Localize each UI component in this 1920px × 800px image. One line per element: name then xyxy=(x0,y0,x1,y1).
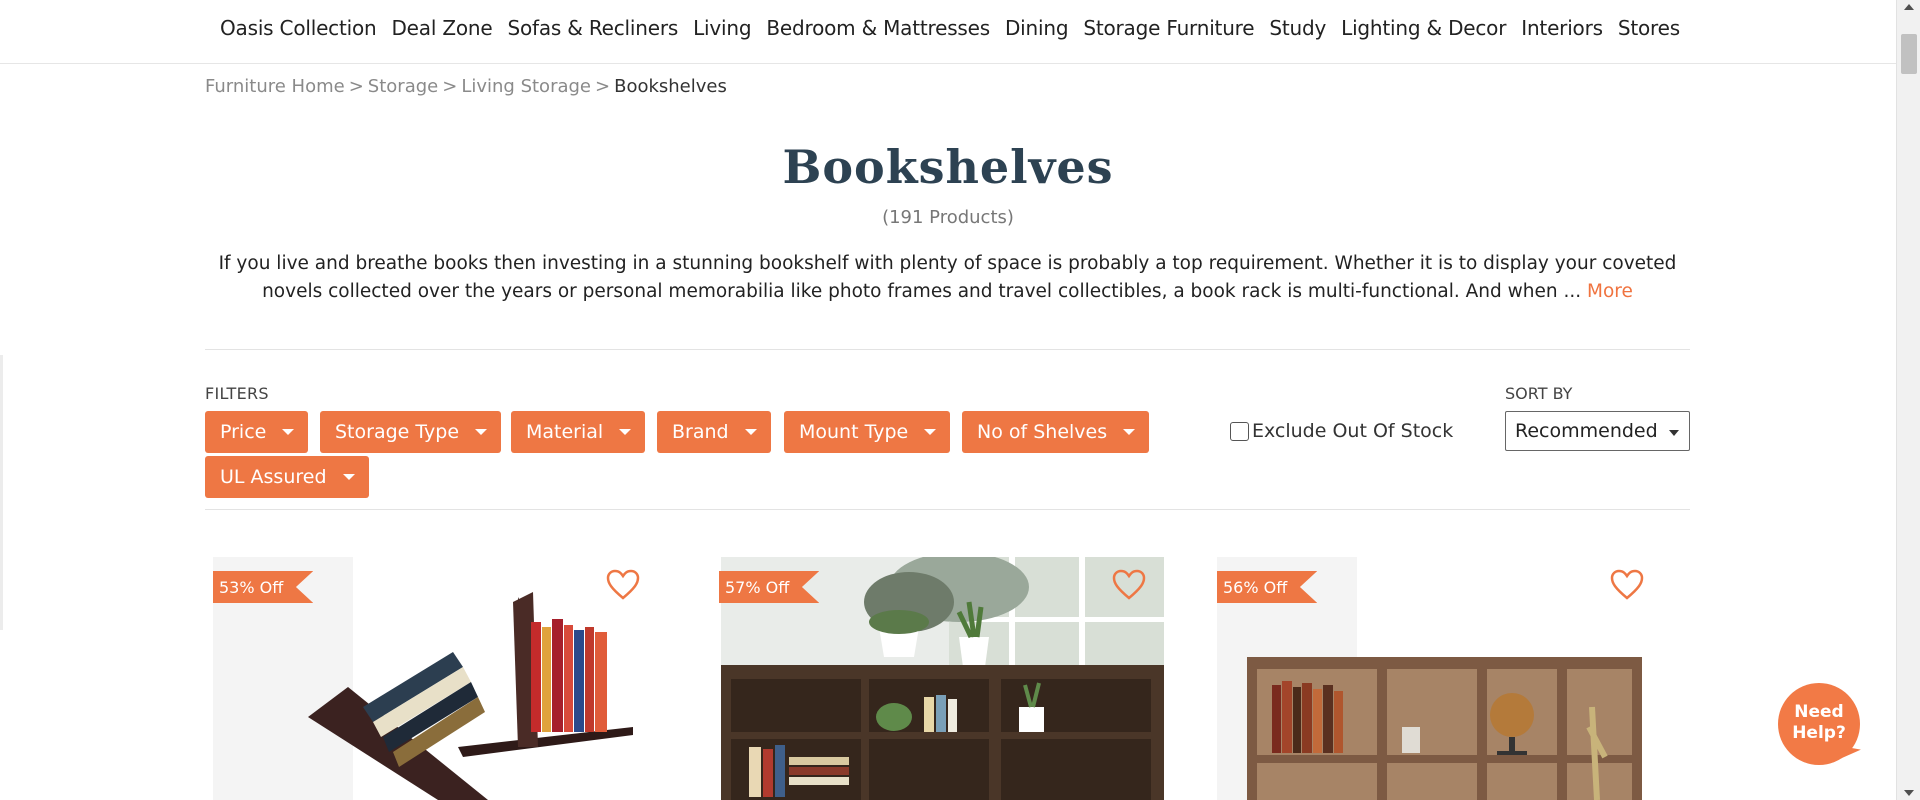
need-help-line1: Need xyxy=(1794,702,1844,722)
breadcrumb-separator: > xyxy=(442,76,458,97)
caret-down-icon xyxy=(1123,429,1136,435)
caret-down-icon xyxy=(282,429,295,435)
breadcrumb-separator: > xyxy=(348,76,364,97)
product-card[interactable]: 57% Off xyxy=(719,557,1164,800)
sort-selected-value: Recommended xyxy=(1515,420,1658,442)
exclude-out-of-stock-checkbox[interactable] xyxy=(1230,421,1249,441)
caret-down-icon xyxy=(1669,430,1679,436)
heart-outline-icon[interactable] xyxy=(1610,569,1644,601)
filter-label: Storage Type xyxy=(335,421,460,443)
filter-label: No of Shelves xyxy=(977,421,1108,443)
main-navigation: Oasis Collection Deal Zone Sofas & Recli… xyxy=(0,0,1896,64)
caret-down-icon xyxy=(619,429,632,435)
breadcrumb-living-storage[interactable]: Living Storage xyxy=(461,76,591,97)
caret-down-icon xyxy=(744,429,757,435)
breadcrumb-storage[interactable]: Storage xyxy=(368,76,438,97)
filter-material-button[interactable]: Material xyxy=(511,411,646,453)
nav-item-lighting-decor[interactable]: Lighting & Decor xyxy=(1341,16,1506,40)
divider xyxy=(205,349,1690,350)
heart-outline-icon[interactable] xyxy=(1112,569,1146,601)
caret-down-icon xyxy=(475,429,488,435)
breadcrumb-separator: > xyxy=(595,76,611,97)
nav-item-living[interactable]: Living xyxy=(693,16,751,40)
filter-label: Material xyxy=(526,421,604,443)
sort-by-select[interactable]: Recommended xyxy=(1505,411,1690,451)
more-link[interactable]: More xyxy=(1587,281,1633,302)
breadcrumb-furniture-home[interactable]: Furniture Home xyxy=(205,76,345,97)
category-description: If you live and breathe books then inves… xyxy=(205,250,1690,306)
product-count: (191 Products) xyxy=(882,207,1014,228)
filter-label: Brand xyxy=(672,421,729,443)
description-text: If you live and breathe books then inves… xyxy=(218,253,1677,302)
nav-item-storage-furniture[interactable]: Storage Furniture xyxy=(1083,16,1254,40)
sort-by-label: SORT BY xyxy=(1505,384,1573,403)
scroll-up-arrow-icon[interactable] xyxy=(1904,4,1914,10)
need-help-line2: Help? xyxy=(1792,723,1846,743)
exclude-out-of-stock-label: Exclude Out Of Stock xyxy=(1252,420,1454,442)
filter-label: UL Assured xyxy=(220,466,327,488)
filter-storage-type-button[interactable]: Storage Type xyxy=(320,411,502,453)
caret-down-icon xyxy=(924,429,937,435)
left-edge-tab xyxy=(0,355,3,630)
nav-item-oasis-collection[interactable]: Oasis Collection xyxy=(220,16,377,40)
nav-item-dining[interactable]: Dining xyxy=(1005,16,1069,40)
heart-outline-icon[interactable] xyxy=(606,569,640,601)
nav-item-interiors[interactable]: Interiors xyxy=(1521,16,1603,40)
divider xyxy=(205,509,1690,510)
nav-item-stores[interactable]: Stores xyxy=(1618,16,1680,40)
nav-item-bedroom-mattresses[interactable]: Bedroom & Mattresses xyxy=(766,16,990,40)
filter-brand-button[interactable]: Brand xyxy=(657,411,771,453)
filters-label: FILTERS xyxy=(205,384,269,403)
page-title: Bookshelves xyxy=(782,140,1114,194)
filter-label: Price xyxy=(220,421,267,443)
nav-item-sofas-recliners[interactable]: Sofas & Recliners xyxy=(507,16,678,40)
product-card[interactable]: 53% Off xyxy=(213,557,658,800)
chat-bubble-tail xyxy=(1841,746,1861,762)
filter-ul-assured-button[interactable]: UL Assured xyxy=(205,456,369,498)
nav-item-deal-zone[interactable]: Deal Zone xyxy=(391,16,492,40)
filter-mount-type-button[interactable]: Mount Type xyxy=(784,411,951,453)
exclude-out-of-stock-toggle[interactable]: Exclude Out Of Stock xyxy=(1230,420,1453,442)
product-card[interactable]: 56% Off xyxy=(1217,557,1662,800)
breadcrumb-current: Bookshelves xyxy=(614,76,727,97)
vertical-scrollbar[interactable] xyxy=(1896,0,1920,800)
scroll-down-arrow-icon[interactable] xyxy=(1904,790,1914,796)
caret-down-icon xyxy=(342,474,355,480)
filter-price-button[interactable]: Price xyxy=(205,411,309,453)
scrollbar-thumb[interactable] xyxy=(1901,34,1917,74)
filter-no-of-shelves-button[interactable]: No of Shelves xyxy=(962,411,1150,453)
breadcrumb: Furniture Home > Storage > Living Storag… xyxy=(205,76,727,97)
nav-item-study[interactable]: Study xyxy=(1269,16,1326,40)
filter-label: Mount Type xyxy=(799,421,909,443)
